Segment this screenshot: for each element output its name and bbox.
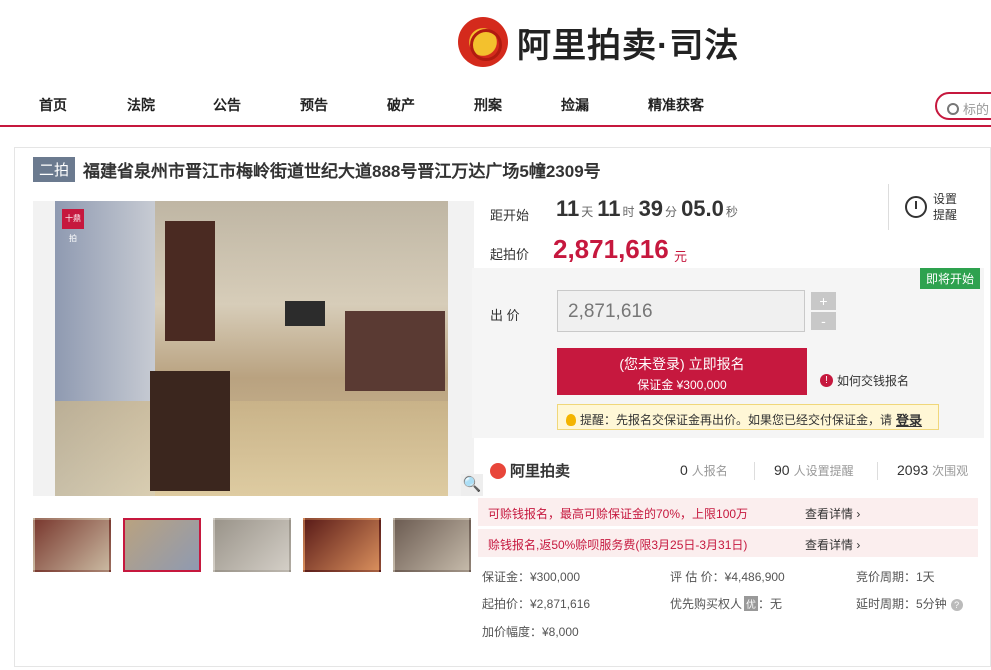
promo-credit: 可赊钱报名，最高可赊保证金的70%，上限100万 查看详情 › [478,498,978,526]
howto-link[interactable]: ! 如何交钱报名 [820,372,909,389]
tip-text: 提醒：先报名交保证金再出价。如果您已经交付保证金，请 [580,413,893,427]
search-input[interactable]: 标的 [935,92,991,120]
start-price-value: 2,871,616 [553,234,669,264]
search-placeholder: 标的 [963,102,990,117]
countdown-value: 11 天 11 时 39 分 05.0 秒 [556,196,738,221]
promo-rebate: 赊钱报名,返50%赊呗服务费(限3月25日-3月31日) 查看详情 › [478,529,978,557]
nav-criminal[interactable]: 刑案 [474,95,502,115]
info-icon: ! [820,374,833,387]
nav-notice[interactable]: 公告 [213,95,241,115]
delay-period: 延时周期：5分钟? [856,595,963,612]
countdown-label: 距开始 [490,208,530,223]
ali-brand: 阿里拍卖 [510,463,571,480]
nav-home[interactable]: 首页 [39,95,67,115]
ali-logo-icon [490,462,506,479]
stats-bar: 阿里拍卖 0 人报名 90 人设置提醒 2093 次围观 [472,450,984,490]
countdown-hours: 11 [597,196,621,221]
bid-amount-input[interactable]: 2,871,616 [557,290,805,332]
nav-bankruptcy[interactable]: 破产 [387,95,415,115]
start-price-detail: 起拍价：¥2,871,616 [482,597,591,611]
set-reminder-button[interactable]: 设置提醒 [888,184,963,230]
promo-details-link[interactable]: 查看详情 › [805,505,860,522]
promo-text: 可赊钱报名，最高可赊保证金的70%，上限100万 [488,507,749,521]
logo-text: 阿里拍卖·司法 [517,26,740,65]
lightbulb-icon [566,413,576,426]
deposit: 保证金：¥300,000 [482,570,581,584]
thumbnail-strip [33,518,483,572]
thumbnail-active[interactable] [123,518,201,572]
howto-label: 如何交钱报名 [837,374,910,388]
status-badge: 即将开始 [919,268,980,289]
thumbnail[interactable] [393,518,471,572]
watermark-logo: 十鼎拍 [62,209,84,243]
countdown-days: 11 [556,196,580,221]
search-icon [947,102,959,115]
thumbnail[interactable] [33,518,111,572]
thumbnail[interactable] [303,518,381,572]
signup-button[interactable]: (您未登录) 立即报名 保证金 ¥300,000 [557,348,807,395]
room-image: 十鼎拍 [55,201,448,496]
reminder-count: 90 人设置提醒 [774,462,854,478]
countdown: 距开始 11 天 11 时 39 分 05.0 秒 起拍价 2,871,616 元 设置… [472,178,984,264]
view-count: 2093 次围观 [897,462,969,478]
court-emblem-icon [458,17,508,67]
question-icon[interactable]: ? [950,599,963,611]
promo-text: 赊钱报名,返50%赊呗服务费(限3月25日-3月31日) [488,538,748,552]
appraisal: 评 估 价：¥4,486,900 [670,570,785,584]
start-price-unit: 元 [674,249,688,264]
ali-auction-logo: 阿里拍卖 [490,460,570,481]
nav-leads[interactable]: 精准获客 [648,95,704,115]
site-logo[interactable]: 阿里拍卖·司法 [458,14,739,70]
round-tag: 二拍 [33,157,76,182]
main-photo[interactable]: 十鼎拍 🔍 [33,201,483,496]
bid-label: 出 价 [490,308,520,323]
login-link[interactable]: 登录 [896,410,922,429]
increase-bid-button[interactable]: + [811,292,836,310]
signup-count: 0 人报名 [680,462,728,478]
alarm-clock-icon [905,196,927,218]
decrease-bid-button[interactable]: - [811,312,836,330]
start-price-label: 起拍价 [490,247,530,262]
signup-line1: (您未登录) 立即报名 [619,356,745,372]
priority-right: 优先购买权人优：无 [670,596,783,611]
login-tip: 提醒：先报名交保证金再出价。如果您已经交付保证金，请 登录 [557,404,939,430]
countdown-minutes: 39 [638,196,664,221]
nav-preview[interactable]: 预告 [300,95,328,115]
nav-bargain[interactable]: 捡漏 [561,95,589,115]
nav-court[interactable]: 法院 [127,95,155,115]
thumbnail[interactable] [213,518,291,572]
reminder-label: 设置提醒 [933,192,958,222]
increment: 加价幅度：¥8,000 [482,625,579,639]
signup-line2: 保证金 ¥300,000 [637,378,727,392]
priority-tag: 优 [744,596,759,611]
countdown-seconds: 05.0 [681,196,724,221]
bid-period: 竞价周期：1天 [856,570,935,584]
promo-details-link[interactable]: 查看详情 › [805,536,860,553]
main-nav: 首页 法院 公告 预告 破产 刑案 捡漏 精准获客 标的 [0,87,991,127]
bid-panel: 即将开始 出 价 2,871,616 + - (您未登录) 立即报名 保证金 ¥… [472,268,984,438]
